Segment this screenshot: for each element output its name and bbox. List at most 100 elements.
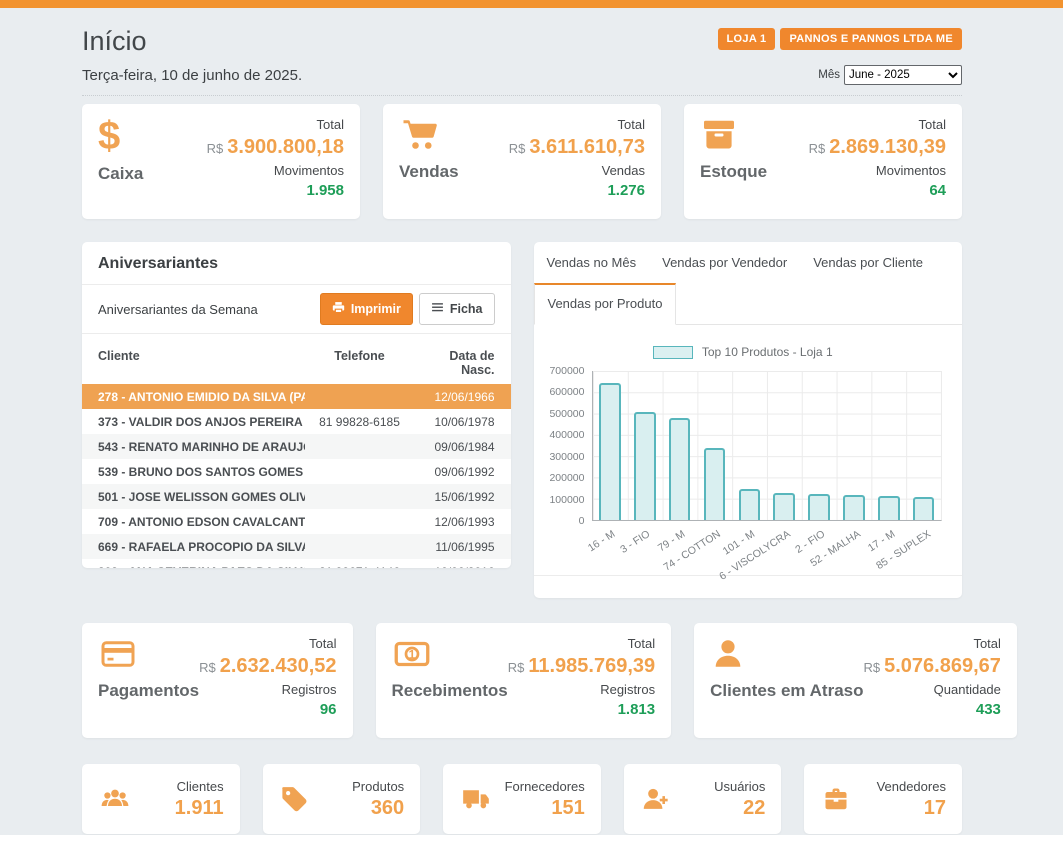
- col-header-birth: Data de Nasc.: [415, 349, 495, 377]
- money-bill-icon: 1: [392, 636, 508, 672]
- birthdays-table: Cliente Telefone Data de Nasc. 278 - ANT…: [82, 344, 511, 568]
- chart-bar: [669, 418, 691, 520]
- table-row[interactable]: 539 - BRUNO DOS SANTOS GOMES 09/06/1992: [82, 459, 511, 484]
- stat-label: Usuários: [714, 779, 765, 794]
- dollar-icon: $: [98, 117, 143, 155]
- table-row[interactable]: 709 - ANTONIO EDSON CAVALCANTE D... 12/0…: [82, 509, 511, 534]
- month-filter: Mês June - 2025: [818, 65, 962, 85]
- print-button[interactable]: Imprimir: [320, 293, 413, 325]
- currency-prefix: R$: [508, 660, 525, 675]
- table-header: Cliente Telefone Data de Nasc.: [82, 344, 511, 384]
- table-row[interactable]: 309 - ANA SEVERINA PAES DA SILVA 81 9967…: [82, 559, 511, 568]
- count-value: 64: [809, 182, 946, 199]
- table-row[interactable]: 278 - ANTONIO EMIDIO DA SILVA (PALE... 1…: [82, 384, 511, 409]
- stat-value: 22: [714, 797, 765, 820]
- total-label: Total: [509, 117, 645, 132]
- tab-vendas-no-mes[interactable]: Vendas no Mês: [534, 242, 650, 283]
- month-select[interactable]: June - 2025: [844, 65, 962, 85]
- stat-cards-row: Clientes 1.911 Produtos 360 Fornecedores…: [82, 764, 962, 834]
- col-header-phone: Telefone: [305, 349, 415, 377]
- chart-bar: [843, 495, 865, 520]
- stat-value: 360: [352, 797, 404, 820]
- month-label: Mês: [818, 69, 840, 81]
- header-buttons: LOJA 1 PANNOS E PANNOS LTDA ME: [718, 28, 962, 50]
- store-button[interactable]: LOJA 1: [718, 28, 776, 50]
- briefcase-icon: [820, 785, 852, 813]
- tag-icon: [279, 784, 309, 814]
- card-pagamentos: Pagamentos Total R$2.632.430,52 Registro…: [82, 623, 353, 738]
- total-label: Total: [508, 636, 655, 651]
- card-label: Clientes em Atraso: [710, 681, 863, 701]
- chart-bar: [634, 412, 656, 520]
- tab-vendas-por-produto[interactable]: Vendas por Produto: [534, 283, 677, 325]
- sales-tabs: Vendas no Mês Vendas por Vendedor Vendas…: [534, 242, 963, 325]
- stat-card-clientes: Clientes 1.911: [82, 764, 240, 834]
- current-date-text: Terça-feira, 10 de junho de 2025.: [82, 67, 302, 84]
- chart-bar: [599, 383, 621, 520]
- birthdays-subtitle: Aniversariantes da Semana: [98, 302, 258, 317]
- total-value: R$3.900.800,18: [207, 136, 344, 159]
- total-label: Total: [207, 117, 344, 132]
- count-value: 1.813: [508, 701, 655, 718]
- currency-prefix: R$: [207, 141, 224, 156]
- table-row[interactable]: 669 - RAFAELA PROCOPIO DA SILVA CA... 11…: [82, 534, 511, 559]
- table-row[interactable]: 543 - RENATO MARINHO DE ARAUJO (F... 09/…: [82, 434, 511, 459]
- birthdays-toolbar: Aniversariantes da Semana Imprimir Ficha: [82, 285, 511, 334]
- chart-legend: Top 10 Produtos - Loja 1: [544, 345, 943, 359]
- chart-bar: [739, 489, 761, 521]
- chart-x-labels: 16 - M3 - FIO79 - M74 - COTTON101 - M6 -…: [592, 521, 943, 575]
- chart-area: Top 10 Produtos - Loja 1 700000600000500…: [534, 325, 963, 575]
- currency-prefix: R$: [199, 660, 216, 675]
- card-label: Vendas: [399, 162, 459, 182]
- x-tick-label: 3 - FIO: [618, 528, 652, 556]
- total-label: Total: [199, 636, 336, 651]
- y-tick-label: 300000: [549, 451, 584, 463]
- stat-value: 17: [877, 797, 946, 820]
- card-label: Pagamentos: [98, 681, 199, 701]
- credit-card-icon: [98, 636, 199, 672]
- box-icon: [700, 117, 767, 153]
- y-tick-label: 400000: [549, 429, 584, 441]
- count-value: 433: [864, 701, 1001, 718]
- count-value: 96: [199, 701, 336, 718]
- ficha-button[interactable]: Ficha: [419, 293, 495, 325]
- page-header: Início LOJA 1 PANNOS E PANNOS LTDA ME: [82, 20, 962, 57]
- total-value: R$11.985.769,39: [508, 655, 655, 678]
- stat-value: 151: [505, 797, 585, 820]
- y-tick-label: 0: [579, 515, 585, 527]
- total-label: Total: [864, 636, 1001, 651]
- tab-vendas-por-cliente[interactable]: Vendas por Cliente: [800, 242, 936, 283]
- count-label: Registros: [199, 682, 336, 697]
- count-label: Movimentos: [809, 163, 946, 178]
- table-row[interactable]: 373 - VALDIR DOS ANJOS PEREIRA (AN... 81…: [82, 409, 511, 434]
- stat-label: Clientes: [175, 779, 224, 794]
- stat-card-produtos: Produtos 360: [263, 764, 421, 834]
- stat-label: Produtos: [352, 779, 404, 794]
- card-estoque: Estoque Total R$2.869.130,39 Movimentos …: [684, 104, 962, 219]
- y-tick-label: 500000: [549, 408, 584, 420]
- tab-vendas-por-vendedor[interactable]: Vendas por Vendedor: [649, 242, 800, 283]
- card-label: Recebimentos: [392, 681, 508, 701]
- summary-cards-top: $ Caixa Total R$3.900.800,18 Movimentos …: [82, 104, 962, 219]
- user-plus-icon: [640, 785, 672, 813]
- users-icon: [98, 785, 132, 813]
- y-tick-label: 600000: [549, 386, 584, 398]
- truck-icon: [459, 785, 493, 813]
- table-row[interactable]: 501 - JOSE WELISSON GOMES OLIVEIR... 15/…: [82, 484, 511, 509]
- chart-bar: [878, 496, 900, 520]
- total-value: R$5.076.869,67: [864, 655, 1001, 678]
- stat-card-fornecedores: Fornecedores 151: [443, 764, 601, 834]
- card-vendas: Vendas Total R$3.611.610,73 Vendas 1.276: [383, 104, 661, 219]
- chart-plot: [592, 371, 943, 521]
- total-value: R$2.869.130,39: [809, 136, 946, 159]
- count-value: 1.276: [509, 182, 645, 199]
- sales-panel-footer: [534, 575, 963, 598]
- stat-card-vendedores: Vendedores 17: [804, 764, 962, 834]
- stat-label: Fornecedores: [505, 779, 585, 794]
- col-header-client: Cliente: [98, 349, 305, 377]
- summary-cards-bottom: Pagamentos Total R$2.632.430,52 Registro…: [82, 623, 962, 738]
- company-button[interactable]: PANNOS E PANNOS LTDA ME: [780, 28, 962, 50]
- app-topbar: [0, 0, 1063, 8]
- stat-card-usuarios: Usuários 22: [624, 764, 782, 834]
- legend-label: Top 10 Produtos - Loja 1: [702, 345, 833, 359]
